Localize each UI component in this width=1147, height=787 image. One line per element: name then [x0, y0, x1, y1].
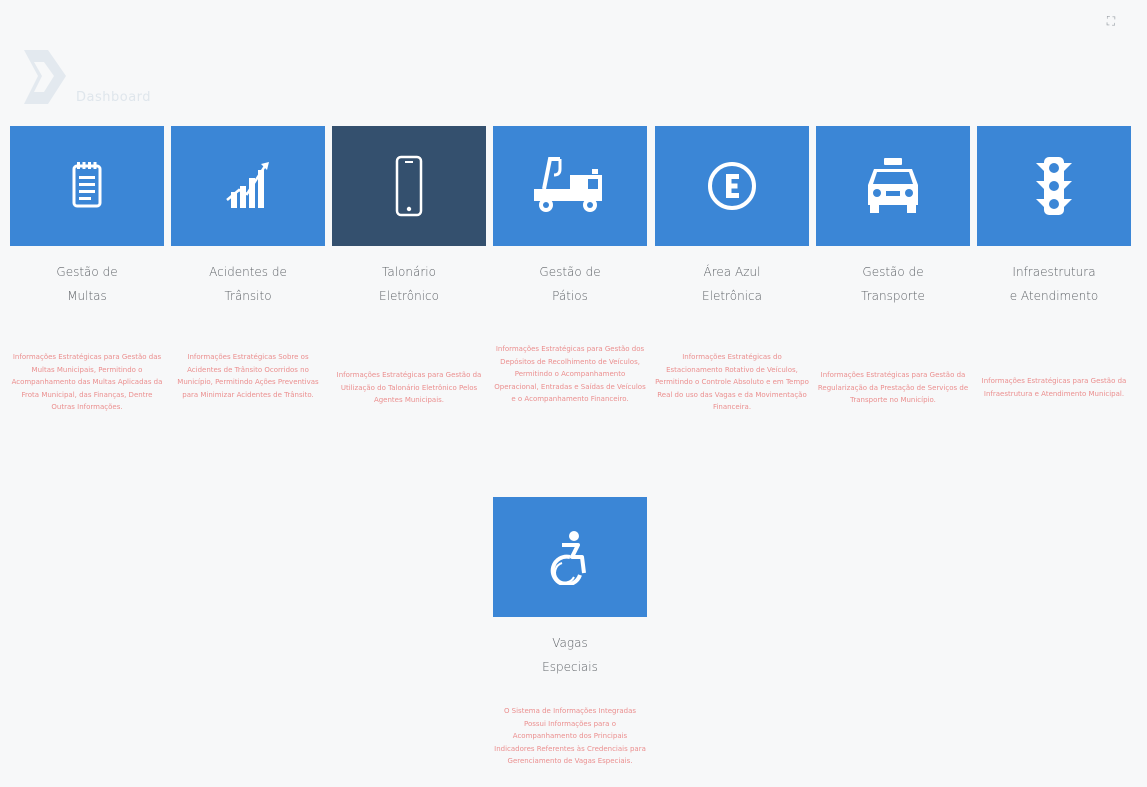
module-card-talonario-eletronico: Talonário Eletrônico Informações Estraté… [332, 126, 486, 404]
module-description: Informações Estratégicas para Gestão da … [817, 371, 969, 404]
module-description: Informações Estratégicas para Gestão das… [11, 353, 163, 411]
module-title: Área Azul Eletrônica [702, 265, 762, 303]
module-card-area-azul: Área Azul Eletrônica Informações Estraté… [655, 126, 809, 411]
module-description: Informações Estratégicas para Gestão dos… [494, 345, 646, 403]
parking-e-icon [708, 162, 756, 210]
fullscreen-toggle-icon[interactable]: ⛶ [1104, 14, 1118, 28]
smartphone-icon [395, 155, 423, 217]
module-title: Acidentes de Trânsito [209, 265, 287, 303]
module-tile-acidentes-transito[interactable] [171, 126, 325, 246]
logo-mark-icon [24, 50, 66, 104]
module-tile-talonario-eletronico[interactable] [332, 126, 486, 246]
module-tile-gestao-transporte[interactable] [816, 126, 970, 246]
module-description: Informações Estratégicas Sobre os Aciden… [177, 353, 319, 399]
module-card-acidentes-transito: Acidentes de Trânsito Informações Estrat… [171, 126, 325, 399]
module-description: O Sistema de Informações Integradas Poss… [494, 707, 646, 765]
module-tile-vagas-especiais[interactable] [493, 497, 647, 617]
notepad-icon [72, 162, 102, 208]
traffic-light-icon [1036, 157, 1072, 215]
module-tile-gestao-multas[interactable] [10, 126, 164, 246]
taxi-icon [868, 158, 918, 213]
module-title: Gestão de Multas [56, 265, 118, 303]
module-tile-gestao-patios[interactable] [493, 126, 647, 246]
chart-growth-icon [226, 162, 269, 208]
module-title: Gestão de Pátios [539, 265, 601, 303]
module-tile-area-azul[interactable] [655, 126, 809, 246]
module-title: Talonário Eletrônico [379, 265, 439, 303]
module-card-vagas-especiais: Vagas Especiais O Sistema de Informações… [493, 497, 647, 765]
module-description: Informações Estratégicas para Gestão da … [981, 377, 1127, 398]
module-card-infraestrutura: Infraestrutura e Atendimento Informações… [977, 126, 1131, 398]
module-title: Vagas Especiais [542, 636, 598, 674]
module-tile-infraestrutura[interactable] [977, 126, 1131, 246]
module-description: Informações Estratégicas para Gestão da … [336, 371, 482, 404]
module-title: Gestão de Transporte [861, 265, 925, 303]
module-description: Informações Estratégicas do Estacionamen… [655, 353, 809, 411]
module-card-gestao-patios: Gestão de Pátios Informações Estratégica… [493, 126, 647, 403]
module-title: Infraestrutura e Atendimento [1009, 265, 1099, 303]
module-card-gestao-multas: Gestão de Multas Informações Estratégica… [10, 126, 164, 411]
module-card-gestao-transporte: Gestão de Transporte Informações Estraté… [816, 126, 970, 404]
tow-truck-icon [534, 157, 602, 212]
logo[interactable]: Dashboard [20, 46, 220, 116]
logo-text: Dashboard [76, 90, 152, 105]
accessibility-icon [550, 531, 586, 585]
